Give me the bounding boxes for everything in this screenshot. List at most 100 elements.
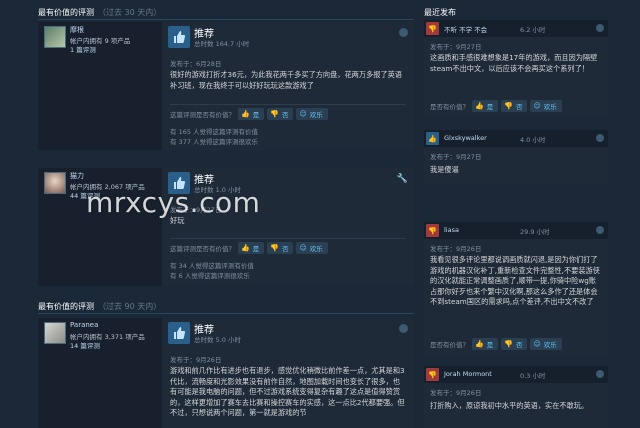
helpful-question: 这篇评测是否有价值？ bbox=[170, 111, 235, 119]
helpful-prompt-row: 是否有价值？ 👍 是 👎 否 ☺ 欢乐 bbox=[430, 100, 562, 112]
recent-review-header[interactable]: 👎 Jorah Mormont 0.3 小时 bbox=[424, 366, 608, 383]
recent-review-card: 👎 不听 不学 不会 6.2 小时 发布于：9月27日 这画质和手感很难想象是1… bbox=[424, 20, 608, 118]
playtime: 29.9 小时 bbox=[520, 228, 550, 236]
review-date: 发布于：9月26日 bbox=[430, 389, 482, 397]
vote-funny-label: 欢乐 bbox=[543, 103, 557, 111]
funny-count: 有 6 人觉得这篇评测很欢乐 bbox=[170, 272, 250, 280]
recent-review-card: 👍 Glxskywalker 4.0 小时 发布于：9月27日 我是傻逼 bbox=[424, 130, 608, 184]
section-header-90-days: 最有价值的评测 （过去 90 天内） bbox=[38, 301, 161, 312]
vote-no-label: 否 bbox=[281, 111, 289, 119]
vote-no-button[interactable]: 👎 否 bbox=[501, 338, 528, 350]
thumbs-down-icon: 👎 bbox=[270, 244, 279, 252]
avatar[interactable] bbox=[44, 322, 66, 344]
helpful-question: 这篇评测是否有价值？ bbox=[170, 245, 235, 253]
reviewer-profile[interactable]: Paranea 帐户内拥有 3,371 项产品 14 篇评测 bbox=[38, 318, 162, 428]
thumbs-down-icon: 👎 bbox=[504, 340, 513, 348]
vote-yes-label: 是 bbox=[486, 103, 494, 111]
section-subtitle: （过去 30 天内） bbox=[98, 8, 162, 17]
thumbs-up-icon bbox=[168, 26, 190, 48]
reviewer-name[interactable]: Paranea bbox=[70, 321, 98, 329]
vote-funny-label: 欢乐 bbox=[309, 111, 323, 119]
review-card: 摩根 帐户内拥有 9 项产品 1 篇评测 推荐 总时数 164.7 小时 发布于… bbox=[38, 22, 414, 150]
vote-yes-label: 是 bbox=[486, 341, 494, 349]
reviewer-profile[interactable]: 摩根 帐户内拥有 9 项产品 1 篇评测 bbox=[38, 22, 162, 150]
smiley-icon: ☺ bbox=[533, 102, 541, 110]
review-text: 游戏和前几作比有进步也有退步，感觉优化稍微比前作差一点，尤其是和3代比，流畅度和… bbox=[170, 366, 405, 417]
section-subtitle: （过去 90 天内） bbox=[98, 302, 162, 311]
vote-no-label: 否 bbox=[281, 245, 289, 253]
vote-yes-button[interactable]: 👍 是 bbox=[238, 108, 265, 120]
avatar[interactable] bbox=[44, 172, 66, 194]
playtime: 总时数 164.7 小时 bbox=[194, 40, 250, 48]
review-text: 我看见很多评论里都说调画质就闪退,是因为你们打了游戏的机器汉化补丁,重新检查文件… bbox=[430, 255, 600, 306]
helpful-prompt-row: 这篇评测是否有价值？ 👍 是 👎 否 ☺ 欢乐 bbox=[170, 108, 328, 120]
recent-review-header[interactable]: 👎 不听 不学 不会 6.2 小时 bbox=[424, 20, 608, 37]
helpful-prompt-row: 是否有价值？ 👍 是 👎 否 ☺ 欢乐 bbox=[430, 338, 562, 350]
vote-funny-label: 欢乐 bbox=[543, 341, 557, 349]
steam-icon bbox=[596, 24, 604, 32]
thumbs-up-icon: 👍 bbox=[241, 244, 250, 252]
reviewer-name[interactable]: Glxskywalker bbox=[444, 134, 487, 142]
section-divider bbox=[38, 19, 414, 20]
vote-funny-button[interactable]: ☺ 欢乐 bbox=[296, 242, 328, 254]
vote-yes-button[interactable]: 👍 是 bbox=[472, 338, 499, 350]
steam-icon bbox=[596, 226, 604, 234]
smiley-icon: ☺ bbox=[299, 244, 307, 252]
review-text: 这画质和手感很难想象是17年的游戏，而且因为隔壁steam不出中文，以后应该不会… bbox=[430, 53, 598, 73]
vote-funny-button[interactable]: ☺ 欢乐 bbox=[530, 100, 562, 112]
review-card: Paranea 帐户内拥有 3,371 项产品 14 篇评测 推荐 总时数 5.… bbox=[38, 318, 414, 428]
vote-yes-button[interactable]: 👍 是 bbox=[238, 242, 265, 254]
vote-no-button[interactable]: 👎 否 bbox=[267, 108, 294, 120]
section-title: 最近发布 bbox=[424, 8, 456, 17]
vote-funny-button[interactable]: ☺ 欢乐 bbox=[296, 108, 328, 120]
review-date: 发布于：9月27日 bbox=[430, 153, 482, 161]
thumbs-up-icon bbox=[168, 322, 190, 344]
playtime: 0.3 小时 bbox=[520, 372, 546, 380]
steam-icon bbox=[399, 28, 408, 37]
thumbs-down-icon: 👎 bbox=[426, 368, 439, 381]
reviewer-name[interactable]: 摩根 bbox=[70, 25, 84, 35]
vote-no-button[interactable]: 👎 否 bbox=[501, 100, 528, 112]
recent-reviews-column: 最近发布 👎 不听 不学 不会 6.2 小时 发布于：9月27日 这画质和手感很… bbox=[424, 0, 608, 428]
recent-review-card: 👎 Jorah Mormont 0.3 小时 发布于：9月26日 打折购入，原谅… bbox=[424, 366, 608, 428]
steam-icon bbox=[596, 370, 604, 378]
recent-review-header[interactable]: 👍 Glxskywalker 4.0 小时 bbox=[424, 130, 608, 147]
review-body: 推荐 总时数 164.7 小时 发布于：6月28日 很好的游戏打折才36元，为此… bbox=[162, 22, 414, 150]
helpful-count: 有 34 人觉得这篇评测有价值 bbox=[170, 262, 254, 270]
recent-review-header[interactable]: 👎 liasa 29.9 小时 bbox=[424, 222, 608, 239]
reviewer-name[interactable]: Jorah Mormont bbox=[444, 370, 492, 378]
vote-no-button[interactable]: 👎 否 bbox=[267, 242, 294, 254]
vote-no-label: 否 bbox=[515, 103, 523, 111]
thumbs-down-icon: 👎 bbox=[426, 22, 439, 35]
vote-yes-button[interactable]: 👍 是 bbox=[472, 100, 499, 112]
review-text: 很好的游戏打折才36元，为此我花两千多买了方向盘，花两万多报了英语补习班，现在我… bbox=[170, 70, 402, 90]
review-text: 我是傻逼 bbox=[430, 165, 459, 174]
thumbs-down-icon: 👎 bbox=[426, 224, 439, 237]
divider bbox=[170, 104, 406, 105]
review-date: 发布于：6月28日 bbox=[170, 60, 222, 68]
review-count[interactable]: 14 篇评测 bbox=[70, 340, 100, 350]
reviewer-name[interactable]: 猫力 bbox=[70, 171, 84, 181]
vote-yes-label: 是 bbox=[252, 111, 260, 119]
steam-icon bbox=[596, 134, 604, 142]
reviewer-name[interactable]: liasa bbox=[444, 226, 459, 234]
review-count[interactable]: 1 篇评测 bbox=[70, 44, 96, 54]
thumbs-down-icon: 👎 bbox=[504, 102, 513, 110]
watermark: mrxcys.com bbox=[86, 186, 261, 219]
playtime: 4.0 小时 bbox=[520, 136, 546, 144]
avatar[interactable] bbox=[44, 26, 66, 48]
recent-review-card: 👎 liasa 29.9 小时 发布于：9月26日 我看见很多评论里都说调画质就… bbox=[424, 222, 608, 356]
helpful-question: 是否有价值？ bbox=[430, 341, 469, 349]
section-title: 最有价值的评测 bbox=[38, 302, 94, 311]
thumbs-up-icon: 👍 bbox=[475, 340, 484, 348]
vote-funny-button[interactable]: ☺ 欢乐 bbox=[530, 338, 562, 350]
reviewer-name[interactable]: 不听 不学 不会 bbox=[444, 24, 487, 34]
playtime: 6.2 小时 bbox=[520, 26, 546, 34]
review-body: 推荐 总时数 5.0 小时 发布于：9月26日 游戏和前几作比有进步也有退步，感… bbox=[162, 318, 414, 428]
helpful-question: 是否有价值？ bbox=[430, 103, 469, 111]
vote-yes-label: 是 bbox=[252, 245, 260, 253]
thumbs-up-icon: 👍 bbox=[475, 102, 484, 110]
smiley-icon: ☺ bbox=[299, 110, 307, 118]
vote-no-label: 否 bbox=[515, 341, 523, 349]
steam-icon bbox=[399, 324, 408, 333]
